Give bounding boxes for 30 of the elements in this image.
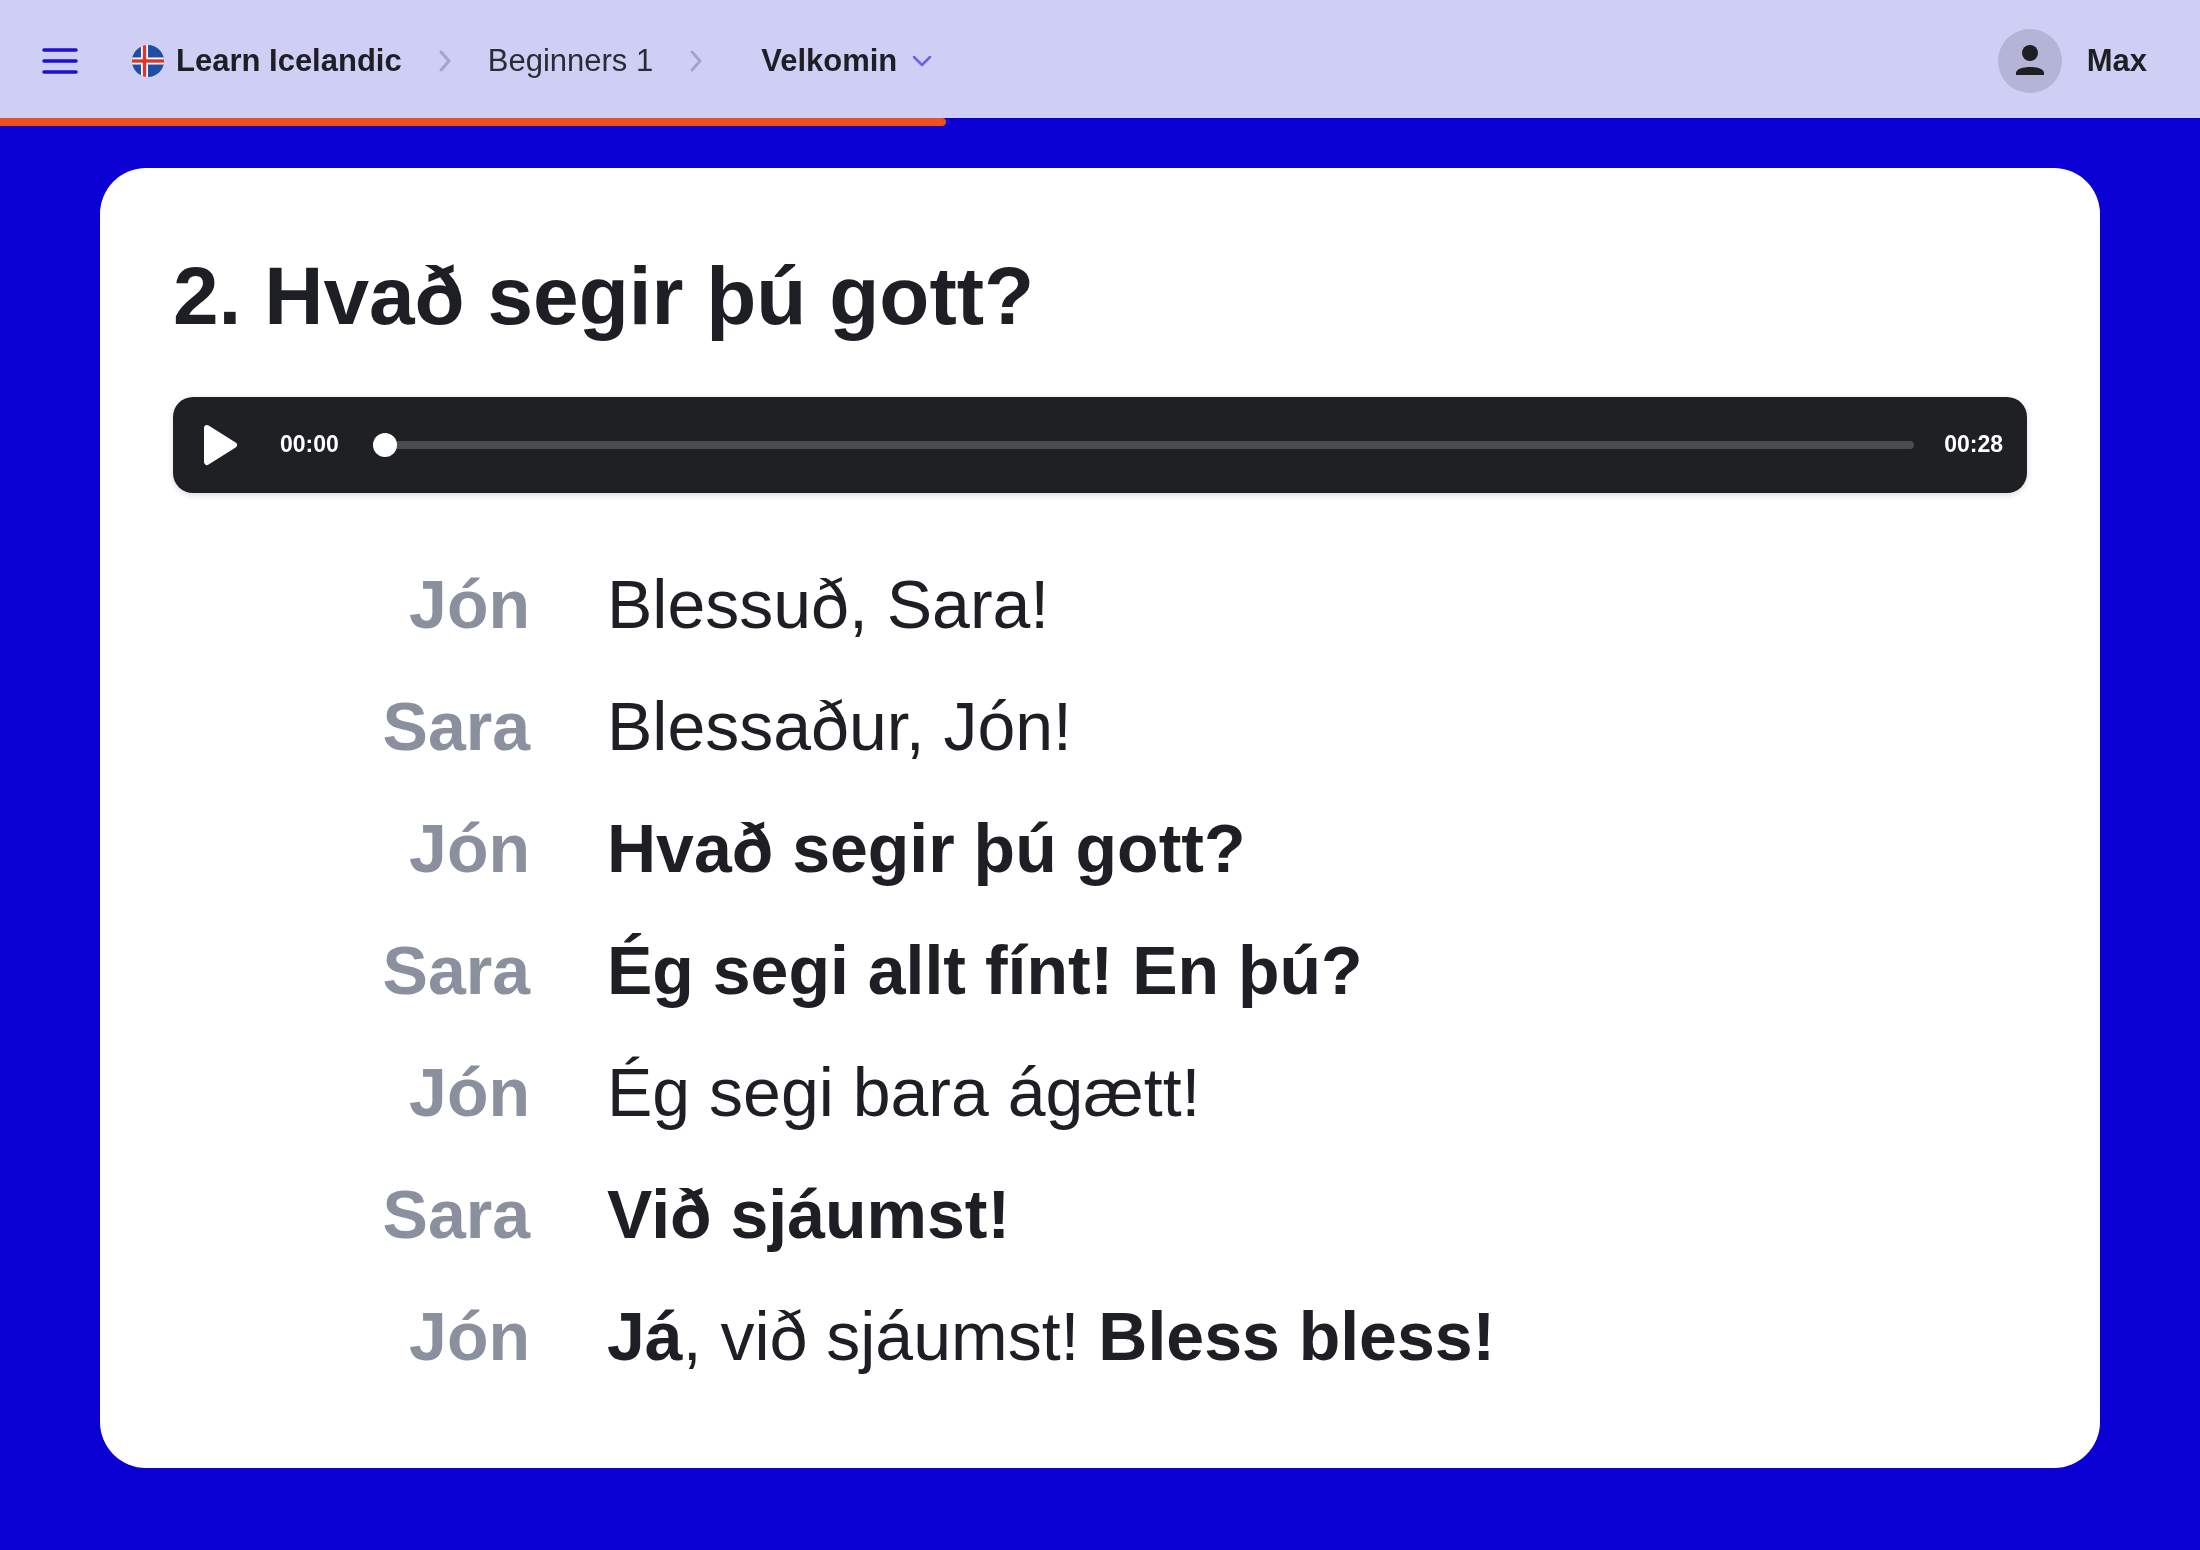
dialogue-line: Hvað segir þú gott? xyxy=(607,809,1246,889)
speaker-name: Sara xyxy=(382,687,530,767)
speaker-name: Jón xyxy=(409,809,530,889)
chevron-down-icon xyxy=(912,55,933,67)
user-name: Max xyxy=(2086,41,2147,80)
dialogue-line: Ég segi allt fínt! En þú? xyxy=(607,931,1363,1011)
duration-time: 00:28 xyxy=(1944,431,2003,459)
breadcrumb-link[interactable]: Learn Icelandic xyxy=(132,37,402,85)
speaker-name: Sara xyxy=(382,931,530,1011)
dialogue-line: Já, við sjáumst! Bless bless! xyxy=(607,1297,1496,1377)
avatar-icon[interactable] xyxy=(1997,29,2062,93)
lesson-dropdown[interactable]: Velkomin xyxy=(739,37,933,85)
flag-icon xyxy=(132,45,164,77)
chevron-right-icon xyxy=(437,49,452,73)
elapsed-time: 00:00 xyxy=(280,431,339,459)
breadcrumb-link[interactable]: Beginners 1 xyxy=(487,37,654,85)
chevron-right-icon xyxy=(689,49,704,73)
speaker-name: Sara xyxy=(382,1175,530,1255)
speaker-name: Jón xyxy=(409,1297,530,1377)
play-icon[interactable] xyxy=(202,424,238,466)
dialogue-line: Blessaður, Jón! xyxy=(607,687,1072,767)
lesson-title: 2. Hvað segir þú gott? xyxy=(173,249,1036,343)
speaker-name: Jón xyxy=(409,1053,530,1133)
seek-slider[interactable] xyxy=(372,433,1915,457)
dialogue-line: Ég segi bara ágætt! xyxy=(607,1053,1201,1133)
speaker-name: Jón xyxy=(409,565,530,645)
dialogue-line: Við sjáumst! xyxy=(607,1175,1011,1255)
dialogue-line: Blessuð, Sara! xyxy=(607,565,1050,645)
seek-thumb[interactable] xyxy=(372,433,397,457)
menu-icon[interactable] xyxy=(42,47,78,75)
